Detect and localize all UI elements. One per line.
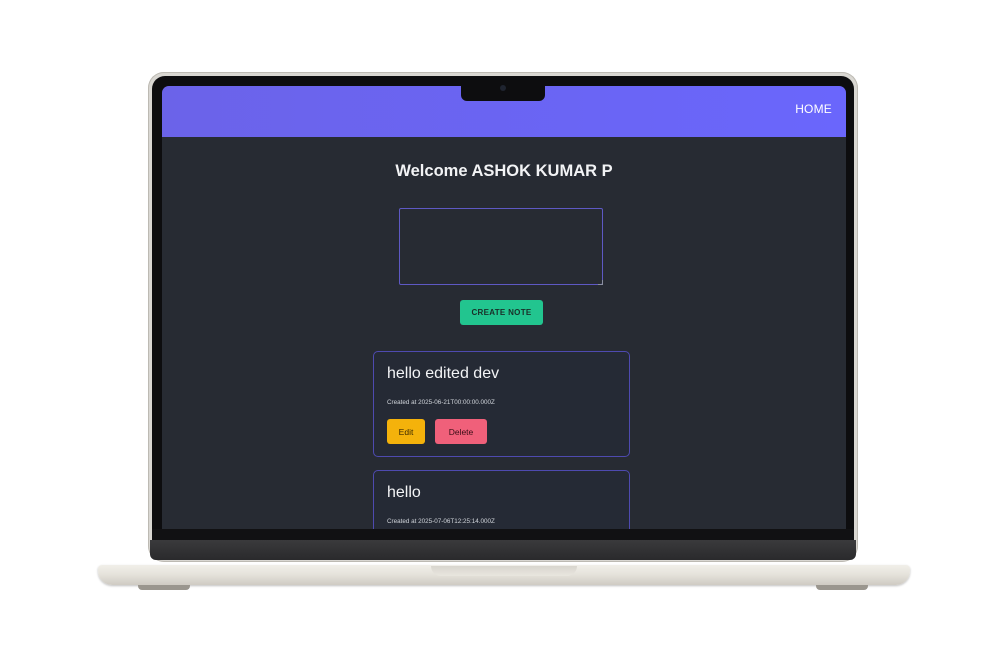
- laptop-hinge: [150, 540, 856, 560]
- laptop-foot-right: [816, 585, 868, 590]
- note-created-at: Created at 2025-07-06T12:25:14.000Z: [387, 518, 495, 525]
- camera-icon: [500, 85, 506, 91]
- nav-home-link[interactable]: HOME: [795, 102, 832, 116]
- note-title: hello: [387, 484, 421, 501]
- note-card: hello Created at 2025-07-06T12:25:14.000…: [373, 470, 630, 529]
- laptop-mockup: HOME Welcome ASHOK KUMAR P CREATE NOTE h…: [0, 0, 1000, 666]
- laptop-foot-left: [138, 585, 190, 590]
- laptop-thumb-notch: [431, 566, 577, 576]
- note-textarea[interactable]: [399, 208, 603, 285]
- create-note-button[interactable]: CREATE NOTE: [460, 300, 543, 325]
- textarea-resize-grip[interactable]: [598, 280, 603, 285]
- delete-note-button[interactable]: Delete: [435, 419, 487, 444]
- note-created-at: Created at 2025-06-21T00:00:00.000Z: [387, 399, 495, 406]
- edit-note-button[interactable]: Edit: [387, 419, 425, 444]
- note-title: hello edited dev: [387, 365, 500, 382]
- bottom-bezel: [152, 529, 854, 540]
- app-screen: HOME Welcome ASHOK KUMAR P CREATE NOTE h…: [162, 86, 846, 529]
- note-card: hello edited dev Created at 2025-06-21T0…: [373, 351, 630, 457]
- welcome-heading: Welcome ASHOK KUMAR P: [395, 162, 613, 180]
